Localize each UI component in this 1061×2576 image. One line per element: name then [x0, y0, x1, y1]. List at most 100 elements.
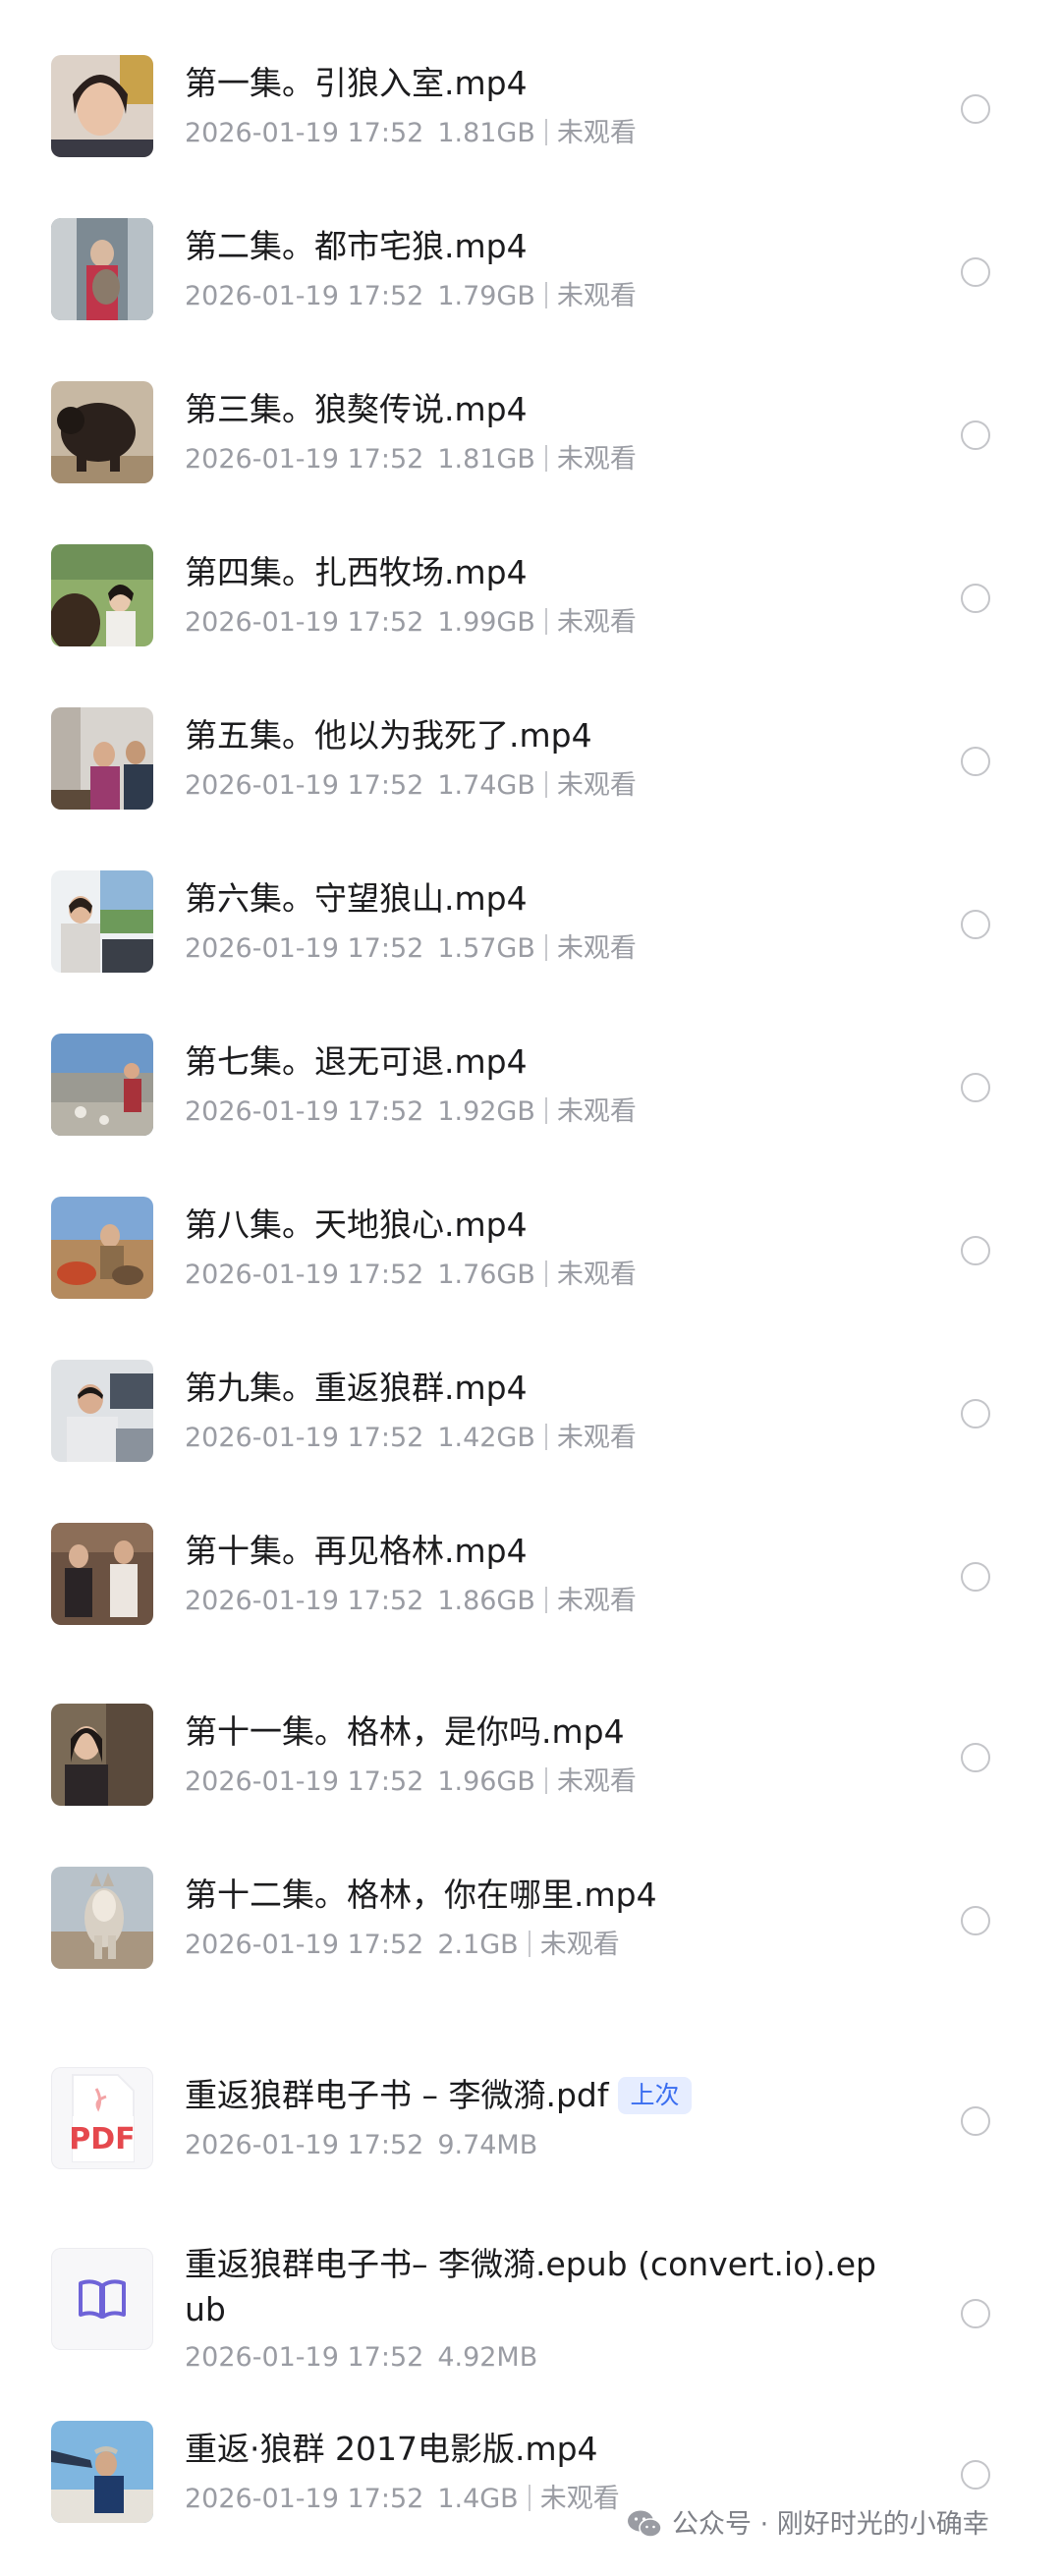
meta-divider: [544, 119, 547, 145]
file-row[interactable]: 第十二集。格林，你在哪里.mp4 2026-01-19 17:52 2.1GB 未观…: [0, 1867, 1061, 1975]
file-date: 2026-01-19 17:52: [185, 1423, 424, 1453]
file-size: 1.99GB: [437, 607, 535, 638]
file-row[interactable]: 第二集。都市宅狼.mp4 2026-01-19 17:52 1.79GB 未观看: [0, 218, 1061, 326]
meta-divider: [544, 934, 547, 961]
pdf-label: PDF: [69, 2122, 136, 2156]
file-name: 第四集。扎西牧场.mp4: [185, 553, 528, 591]
select-radio[interactable]: [961, 1906, 990, 1935]
file-meta: 2026-01-19 17:52 1.57GB 未观看: [185, 931, 637, 967]
file-date: 2026-01-19 17:52: [185, 1260, 424, 1290]
watch-status: 未观看: [539, 1930, 620, 1960]
select-radio[interactable]: [961, 1743, 990, 1772]
file-name: 第七集。退无可退.mp4: [185, 1042, 528, 1081]
file-row[interactable]: 第四集。扎西牧场.mp4 2026-01-19 17:52 1.99GB 未观看: [0, 544, 1061, 652]
file-meta: 2026-01-19 17:52 1.96GB 未观看: [185, 1764, 637, 1800]
meta-divider: [544, 1097, 547, 1124]
video-thumbnail: [51, 544, 153, 646]
wechat-icon: [628, 2510, 662, 2538]
file-meta: 2026-01-19 17:52 1.74GB 未观看: [185, 768, 637, 804]
file-name: 第十二集。格林，你在哪里.mp4: [185, 1876, 657, 1914]
select-radio[interactable]: [961, 2106, 990, 2136]
select-radio[interactable]: [961, 584, 990, 613]
select-radio[interactable]: [961, 94, 990, 124]
file-meta: 2026-01-19 17:52 1.42GB 未观看: [185, 1421, 637, 1456]
file-size: 1.76GB: [437, 1260, 535, 1290]
meta-divider: [544, 1587, 547, 1613]
file-meta: 2026-01-19 17:52 1.92GB 未观看: [185, 1094, 637, 1130]
file-size: 1.92GB: [437, 1096, 535, 1127]
select-radio[interactable]: [961, 1399, 990, 1428]
file-name: 第九集。重返狼群.mp4: [185, 1369, 528, 1407]
video-thumbnail: [51, 55, 153, 157]
file-date: 2026-01-19 17:52: [185, 2484, 424, 2514]
file-size: 1.81GB: [437, 444, 535, 475]
file-date: 2026-01-19 17:52: [185, 444, 424, 475]
file-name: 重返狼群电子书– 李微漪.epub (convert.io).epub: [185, 2245, 877, 2328]
watch-status: 未观看: [556, 118, 637, 148]
watch-status: 未观看: [556, 1423, 637, 1453]
video-thumbnail: [51, 1034, 153, 1136]
meta-divider: [544, 608, 547, 635]
file-size: 2.1GB: [437, 1930, 519, 1960]
select-radio[interactable]: [961, 747, 990, 776]
select-radio[interactable]: [961, 1562, 990, 1592]
watch-status: 未观看: [556, 1096, 637, 1127]
file-row[interactable]: 第三集。狼獒传说.mp4 2026-01-19 17:52 1.81GB 未观看: [0, 381, 1061, 489]
file-meta: 2026-01-19 17:52 1.4GB 未观看: [185, 2482, 620, 2517]
file-meta: 2026-01-19 17:52 1.76GB 未观看: [185, 1258, 637, 1293]
meta-divider: [544, 1260, 547, 1287]
file-row[interactable]: 第六集。守望狼山.mp4 2026-01-19 17:52 1.57GB 未观看: [0, 870, 1061, 979]
file-row[interactable]: 第十集。再见格林.mp4 2026-01-19 17:52 1.86GB 未观看: [0, 1523, 1061, 1631]
meta-divider: [528, 1931, 530, 1957]
file-row[interactable]: 第十一集。格林，是你吗.mp4 2026-01-19 17:52 1.96GB 未观…: [0, 1704, 1061, 1812]
file-size: 1.86GB: [437, 1586, 535, 1616]
video-thumbnail: [51, 1867, 153, 1969]
file-row[interactable]: 第五集。他以为我死了.mp4 2026-01-19 17:52 1.74GB 未观看: [0, 707, 1061, 815]
watch-status: 未观看: [556, 1586, 637, 1616]
file-row[interactable]: 第八集。天地狼心.mp4 2026-01-19 17:52 1.76GB 未观看: [0, 1197, 1061, 1305]
select-radio[interactable]: [961, 2299, 990, 2328]
file-list: 第一集。引狼入室.mp4 2026-01-19 17:52 1.81GB 未观看 第…: [0, 0, 1061, 2576]
watch-status: 未观看: [556, 933, 637, 964]
file-row[interactable]: 第九集。重返狼群.mp4 2026-01-19 17:52 1.42GB 未观看: [0, 1360, 1061, 1468]
file-row[interactable]: 第一集。引狼入室.mp4 2026-01-19 17:52 1.81GB 未观看: [0, 55, 1061, 163]
file-meta: 2026-01-19 17:52 1.99GB 未观看: [185, 605, 637, 641]
file-date: 2026-01-19 17:52: [185, 1096, 424, 1127]
file-meta: 2026-01-19 17:52 2.1GB 未观看: [185, 1928, 620, 1963]
select-radio[interactable]: [961, 420, 990, 450]
select-radio[interactable]: [961, 257, 990, 287]
file-row[interactable]: PDF 重返狼群电子书 – 李微漪.pdf 上次 2026-01-19 17:52…: [0, 2067, 1061, 2175]
meta-divider: [544, 445, 547, 472]
file-size: 1.96GB: [437, 1766, 535, 1797]
file-name: 第十一集。格林，是你吗.mp4: [185, 1712, 625, 1751]
file-date: 2026-01-19 17:52: [185, 1586, 424, 1616]
file-date: 2026-01-19 17:52: [185, 2342, 424, 2373]
select-radio[interactable]: [961, 1073, 990, 1102]
file-date: 2026-01-19 17:52: [185, 118, 424, 148]
watch-status: 未观看: [556, 770, 637, 801]
file-name: 重返狼群电子书 – 李微漪.pdf 上次: [185, 2073, 892, 2118]
select-radio[interactable]: [961, 2460, 990, 2490]
file-size: 9.74MB: [437, 2130, 538, 2160]
file-name: 第十集。再见格林.mp4: [185, 1532, 528, 1570]
file-name: 第六集。守望狼山.mp4: [185, 879, 528, 918]
file-row[interactable]: 第七集。退无可退.mp4 2026-01-19 17:52 1.92GB 未观看: [0, 1034, 1061, 1142]
select-radio[interactable]: [961, 910, 990, 939]
video-thumbnail: [51, 381, 153, 483]
file-size: 1.57GB: [437, 933, 535, 964]
file-name: 第八集。天地狼心.mp4: [185, 1205, 528, 1244]
select-radio[interactable]: [961, 1236, 990, 1265]
video-thumbnail: [51, 218, 153, 320]
file-name: 第三集。狼獒传说.mp4: [185, 390, 528, 428]
file-size: 1.81GB: [437, 118, 535, 148]
watch-status: 未观看: [556, 1260, 637, 1290]
video-thumbnail: [51, 870, 153, 973]
file-size: 1.42GB: [437, 1423, 535, 1453]
watch-status: 未观看: [556, 1766, 637, 1797]
file-date: 2026-01-19 17:52: [185, 2130, 424, 2160]
file-size: 1.74GB: [437, 770, 535, 801]
last-opened-tag: 上次: [618, 2077, 692, 2114]
watch-status: 未观看: [539, 2484, 620, 2514]
meta-divider: [528, 2485, 530, 2511]
file-row[interactable]: 重返狼群电子书– 李微漪.epub (convert.io).epub 2026…: [0, 2242, 1061, 2380]
